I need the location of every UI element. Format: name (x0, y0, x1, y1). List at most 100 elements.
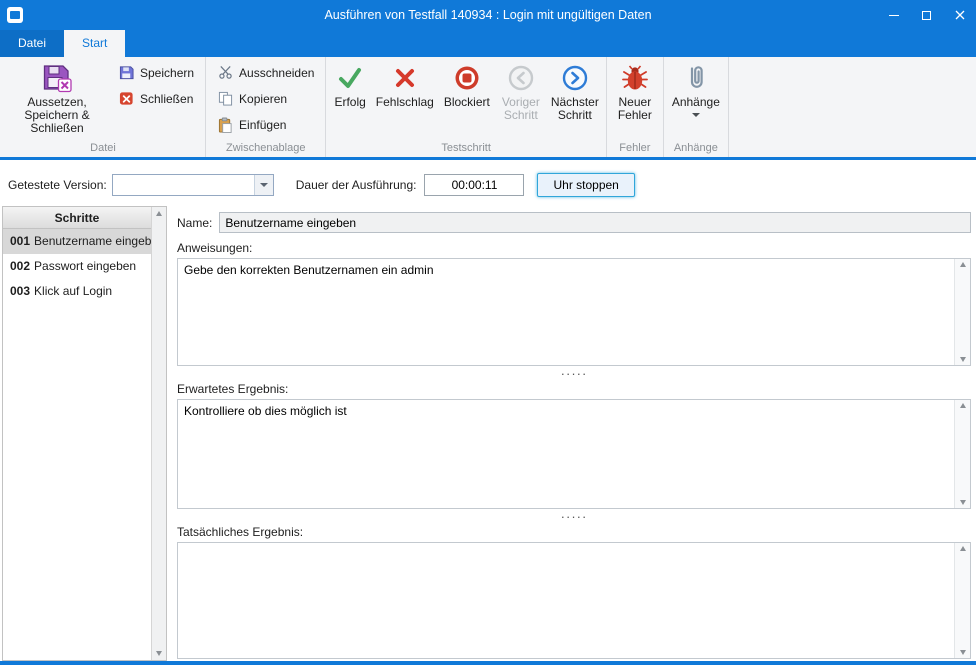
step-row-1[interactable]: 001 Benutzername eingeben (3, 229, 151, 254)
scroll-up-icon[interactable] (960, 403, 966, 408)
paste-button[interactable]: Einfügen (211, 113, 320, 136)
close-box-icon (118, 91, 134, 107)
previous-step-button[interactable]: Voriger Schritt (495, 59, 547, 124)
paste-label: Einfügen (239, 118, 286, 132)
ribbon-tab-bar: Datei Start (0, 30, 976, 57)
ribbon-group-zwischenablage: Ausschneiden Kopieren (206, 57, 326, 157)
step-row-2[interactable]: 002Passwort eingeben (3, 254, 151, 279)
success-check-icon (335, 63, 365, 93)
close-icon (955, 10, 965, 20)
blocked-button[interactable]: Blockiert (439, 59, 495, 111)
blocked-stop-icon (452, 63, 482, 93)
app-icon (7, 7, 23, 23)
cut-button[interactable]: Ausschneiden (211, 61, 320, 84)
next-step-label: Nächster Schritt (551, 96, 599, 122)
attachments-dropdown-icon (692, 113, 700, 117)
scroll-up-icon[interactable] (960, 546, 966, 551)
scroll-up-icon[interactable] (960, 262, 966, 267)
scroll-down-icon[interactable] (960, 650, 966, 655)
ribbon-group-zwischenablage-label: Zwischenablage (206, 140, 325, 157)
next-step-button[interactable]: Nächster Schritt (547, 59, 603, 124)
cut-label: Ausschneiden (239, 66, 314, 80)
previous-step-icon (506, 63, 536, 93)
scroll-up-icon[interactable] (156, 211, 162, 216)
steps-panel: Schritte 001 Benutzername eingeben 002Pas… (2, 206, 167, 661)
actual-result-textarea[interactable] (178, 543, 954, 658)
scroll-down-icon[interactable] (156, 651, 162, 656)
suspend-save-close-button[interactable]: Aussetzen, Speichern & Schließen (4, 59, 110, 137)
steps-scrollbar[interactable] (151, 207, 166, 660)
step-label: Benutzername eingeben (34, 234, 151, 248)
step-row-3[interactable]: 003Klick auf Login (3, 279, 151, 304)
fail-x-icon (390, 63, 420, 93)
bug-icon (620, 63, 650, 93)
new-error-button[interactable]: Neuer Fehler (610, 59, 660, 124)
step-label: Passwort eingeben (34, 259, 136, 273)
expected-result-textarea[interactable]: Kontrolliere ob dies möglich ist (178, 400, 954, 508)
minimize-icon (889, 15, 899, 16)
save-label: Speichern (140, 66, 194, 80)
save-suspend-icon (42, 63, 72, 93)
ribbon-group-datei: Aussetzen, Speichern & Schließen Speiche… (1, 57, 206, 157)
steps-list: Schritte 001 Benutzername eingeben 002Pas… (3, 207, 151, 660)
tested-version-dropdown-button[interactable] (254, 175, 273, 195)
attachments-label: Anhänge (672, 96, 720, 109)
save-button[interactable]: Speichern (112, 61, 200, 84)
previous-step-label: Voriger Schritt (500, 96, 542, 122)
name-input[interactable] (219, 212, 971, 233)
app-window: Ausführen von Testfall 140934 : Login mi… (0, 0, 976, 665)
new-error-label: Neuer Fehler (615, 96, 655, 122)
tested-version-label: Getestete Version: (8, 178, 107, 192)
close-testcase-button[interactable]: Schließen (112, 87, 200, 110)
instructions-label: Anweisungen: (177, 241, 971, 255)
duration-input[interactable] (424, 174, 524, 196)
step-detail-form: Name: Anweisungen: Gebe den korrekten Be… (167, 206, 976, 661)
ribbon-group-anhaenge: Anhänge Anhänge (664, 57, 729, 157)
expected-result-label: Erwartetes Ergebnis: (177, 382, 971, 396)
ribbon-group-anhaenge-label: Anhänge (664, 140, 728, 157)
tested-version-combobox[interactable] (112, 174, 274, 196)
ribbon-group-fehler-label: Fehler (607, 140, 663, 157)
steps-header: Schritte (3, 207, 151, 229)
step-number: 001 (10, 234, 30, 248)
actual-result-scrollbar[interactable] (954, 543, 970, 658)
paperclip-icon (681, 63, 711, 93)
instructions-scrollbar[interactable] (954, 259, 970, 365)
fail-button[interactable]: Fehlschlag (371, 59, 439, 111)
ribbon-group-fehler: Neuer Fehler Fehler (607, 57, 664, 157)
splitter-grip[interactable]: ····· (177, 366, 971, 380)
execution-toolbar: Getestete Version: Dauer der Ausführung:… (0, 160, 976, 206)
tab-start[interactable]: Start (64, 30, 125, 57)
chevron-down-icon (260, 183, 268, 187)
tab-datei[interactable]: Datei (0, 30, 64, 57)
suspend-save-close-label: Aussetzen, Speichern & Schließen (9, 96, 105, 135)
next-step-icon (560, 63, 590, 93)
tested-version-input[interactable] (113, 175, 254, 195)
scissors-icon (217, 65, 233, 81)
ribbon: Aussetzen, Speichern & Schließen Speiche… (0, 57, 976, 160)
expected-result-scrollbar[interactable] (954, 400, 970, 508)
main-content: Schritte 001 Benutzername eingeben 002Pas… (0, 206, 976, 661)
stop-clock-button[interactable]: Uhr stoppen (537, 173, 634, 197)
scroll-down-icon[interactable] (960, 357, 966, 362)
minimize-button[interactable] (877, 0, 910, 30)
step-label: Klick auf Login (34, 284, 112, 298)
splitter-grip[interactable]: ····· (177, 509, 971, 523)
window-controls (877, 0, 976, 30)
success-label: Erfolg (334, 96, 365, 109)
blocked-label: Blockiert (444, 96, 490, 109)
paste-icon (217, 117, 233, 133)
duration-label: Dauer der Ausführung: (296, 178, 417, 192)
actual-result-label: Tatsächliches Ergebnis: (177, 525, 971, 539)
close-button[interactable] (943, 0, 976, 30)
fail-label: Fehlschlag (376, 96, 434, 109)
attachments-button[interactable]: Anhänge (667, 59, 725, 119)
maximize-button[interactable] (910, 0, 943, 30)
success-button[interactable]: Erfolg (329, 59, 370, 111)
instructions-textarea[interactable]: Gebe den korrekten Benutzernamen ein adm… (178, 259, 954, 365)
copy-button[interactable]: Kopieren (211, 87, 320, 110)
scroll-down-icon[interactable] (960, 500, 966, 505)
bottom-accent-bar (0, 661, 976, 665)
window-title: Ausführen von Testfall 140934 : Login mi… (0, 8, 976, 22)
copy-icon (217, 91, 233, 107)
